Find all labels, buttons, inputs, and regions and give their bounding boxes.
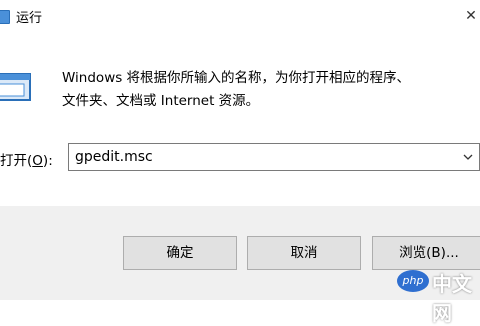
open-label-prefix: 打开( (0, 153, 33, 169)
title-bar: 运行 ✕ (0, 0, 480, 32)
cancel-button[interactable]: 取消 (247, 236, 361, 270)
message-line-2: 文件夹、文档或 Internet 资源。 (62, 93, 260, 109)
command-combobox[interactable]: gpedit.msc (68, 143, 480, 171)
dialog-message: Windows 将根据你所输入的名称，为你打开相应的程序、 文件夹、文档或 In… (62, 67, 472, 113)
browse-button[interactable]: 浏览(B)... (372, 236, 480, 270)
watermark-text: 中文网 (432, 272, 472, 325)
window-title: 运行 (16, 11, 43, 26)
run-dialog-icon (0, 73, 31, 101)
open-label: 打开(O): (0, 149, 53, 169)
chevron-down-icon[interactable] (463, 153, 473, 161)
run-dialog-icon (0, 10, 10, 24)
ok-button[interactable]: 确定 (123, 236, 237, 270)
close-icon[interactable]: ✕ (462, 0, 480, 32)
message-line-1: Windows 将根据你所输入的名称，为你打开相应的程序、 (62, 70, 411, 86)
command-input[interactable]: gpedit.msc (75, 149, 153, 165)
watermark: php 中文网 (397, 268, 480, 325)
watermark-logo: php (397, 270, 429, 292)
open-label-suffix: ): (42, 153, 53, 169)
open-label-accesskey: O (32, 153, 43, 169)
